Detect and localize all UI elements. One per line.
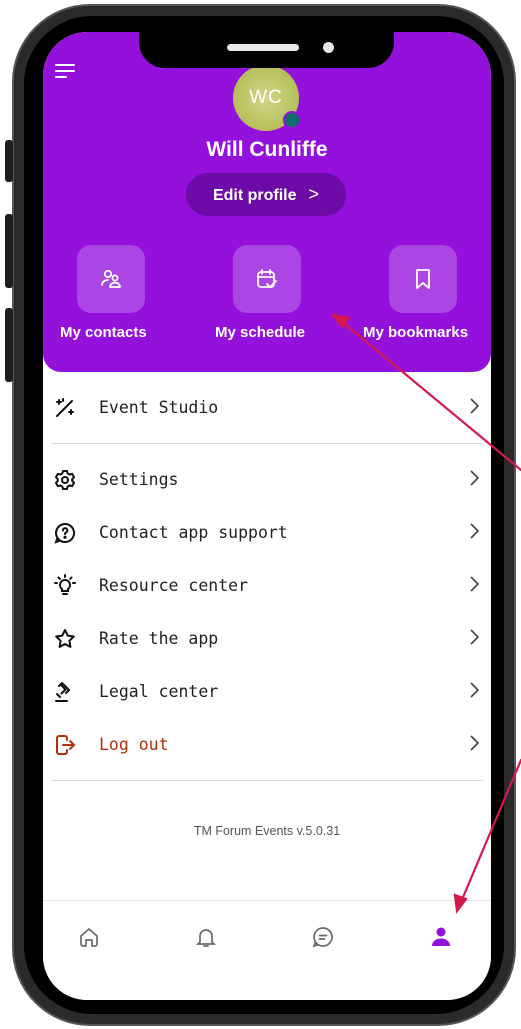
chevron-right-icon	[470, 629, 480, 645]
gear-icon	[54, 470, 76, 490]
user-name: Will Cunliffe	[206, 138, 328, 161]
chevron-right-icon	[470, 735, 480, 751]
chevron-right-icon	[470, 576, 480, 592]
gavel-icon	[55, 682, 70, 702]
edit-profile-button[interactable]: Edit profile >	[186, 173, 346, 216]
menu-item-contact-support[interactable]: Contact app support	[43, 510, 491, 556]
menu-item-resource-center[interactable]: Resource center	[43, 563, 491, 609]
chevron-right-icon	[470, 523, 480, 539]
speaker-grille	[227, 44, 299, 51]
menu-item-event-studio[interactable]: Event Studio	[43, 385, 491, 431]
menu-item-label: Log out	[99, 735, 169, 754]
app-screen: WC Will Cunliffe Edit profile > My contac…	[43, 32, 491, 1000]
my-schedule-button[interactable]	[233, 245, 301, 313]
contacts-icon	[101, 269, 121, 288]
nav-profile[interactable]	[423, 919, 459, 955]
lightbulb-icon	[54, 574, 76, 595]
profile-header: WC Will Cunliffe Edit profile > My contac…	[43, 32, 491, 372]
bookmark-icon	[416, 269, 430, 289]
my-bookmarks-button[interactable]	[389, 245, 457, 313]
menu-item-label: Contact app support	[99, 523, 288, 542]
chevron-right-icon	[470, 398, 480, 414]
star-icon	[55, 629, 75, 648]
bottom-nav	[43, 900, 491, 1000]
my-contacts-label[interactable]: My contacts	[60, 324, 147, 341]
chevron-right-icon	[470, 682, 480, 698]
my-schedule-label[interactable]: My schedule	[215, 324, 305, 341]
my-contacts-button[interactable]	[77, 245, 145, 313]
nav-home[interactable]	[71, 919, 107, 955]
menu-item-label: Rate the app	[99, 629, 219, 648]
menu-item-label: Event Studio	[99, 398, 219, 417]
front-camera	[323, 42, 334, 53]
online-status-dot	[283, 111, 301, 129]
volume-up-button	[5, 214, 13, 288]
bell-icon	[195, 929, 217, 947]
magic-wand-icon	[56, 398, 74, 417]
my-bookmarks-label[interactable]: My bookmarks	[363, 324, 468, 341]
menu-item-legal-center[interactable]: Legal center	[43, 669, 491, 715]
volume-down-button	[5, 308, 13, 382]
menu-item-label: Settings	[99, 470, 179, 489]
divider	[51, 443, 483, 444]
menu-item-log-out[interactable]: Log out	[43, 722, 491, 768]
divider	[51, 780, 483, 781]
app-version: TM Forum Events v.5.0.31	[193, 824, 341, 838]
calendar-check-icon	[257, 269, 277, 288]
help-circle-icon	[54, 522, 75, 544]
menu-item-settings[interactable]: Settings	[43, 457, 491, 503]
logout-icon	[56, 735, 75, 755]
mute-switch	[5, 140, 13, 182]
menu-item-label: Resource center	[99, 576, 249, 595]
user-icon	[432, 927, 450, 946]
chat-icon	[312, 927, 333, 948]
phone-notch	[139, 32, 394, 68]
hamburger-menu-icon[interactable]	[55, 64, 75, 80]
home-icon	[80, 928, 98, 947]
nav-notifications[interactable]	[188, 919, 224, 955]
menu-item-label: Legal center	[99, 682, 219, 701]
chevron-right-icon	[470, 470, 480, 486]
edit-profile-label: Edit profile	[212, 187, 297, 204]
menu-item-rate-app[interactable]: Rate the app	[43, 616, 491, 662]
nav-messages[interactable]	[305, 919, 341, 955]
chevron-right-icon: >	[308, 184, 320, 204]
